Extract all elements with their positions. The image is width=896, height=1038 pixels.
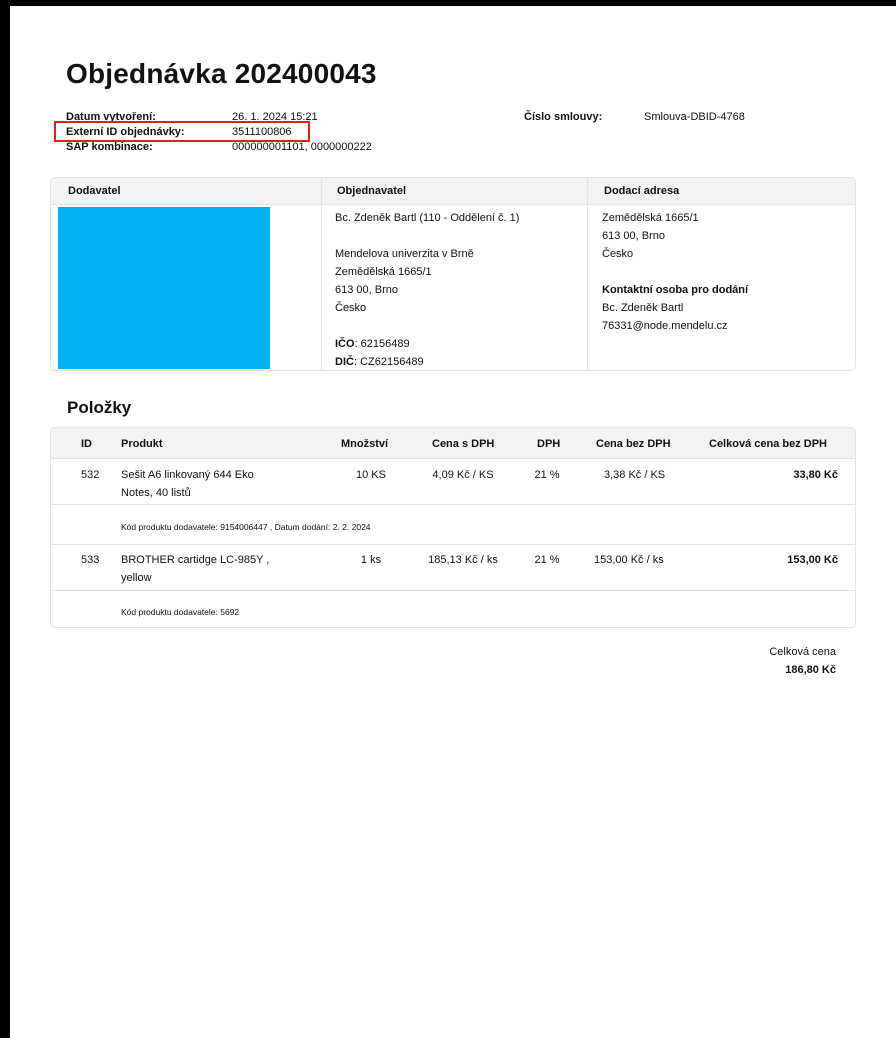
ico-line: IČO: 62156489	[335, 335, 519, 353]
col-total-header: Celková cena bez DPH	[709, 438, 827, 450]
contract-label: Číslo smlouvy:	[524, 111, 603, 123]
row-price-novat: 153,00 Kč / ks	[594, 554, 664, 566]
row-id: 532	[81, 469, 100, 481]
redacted-supplier	[58, 207, 270, 369]
row-divider	[51, 590, 855, 591]
delivery-address: Zemědělská 1665/1 613 00, Brno Česko Kon…	[602, 209, 748, 335]
orderer-line: Zemědělská 1665/1	[335, 266, 432, 278]
dic-line: DIČ: CZ62156489	[335, 353, 519, 370]
contract-meta: Číslo smlouvy: Smlouva-DBID-4768	[524, 110, 784, 126]
order-document: Objednávka 202400043 Datum vytvoření: 26…	[10, 6, 896, 1038]
delivery-line: Zemědělská 1665/1	[602, 212, 699, 224]
col-id-header: ID	[81, 438, 92, 450]
contract-value: Smlouva-DBID-4768	[644, 111, 745, 123]
delivery-line: 613 00, Brno	[602, 230, 665, 242]
total-label: Celková cena	[769, 646, 836, 658]
ico-label: IČO	[335, 338, 355, 350]
row-note: Kód produktu dodavatele: 9154006447 , Da…	[121, 522, 371, 532]
contact-name: Bc. Zdeněk Bartl	[602, 302, 684, 314]
row-id: 533	[81, 554, 100, 566]
row-divider	[51, 544, 855, 545]
orderer-line	[335, 227, 519, 245]
supplier-header: Dodavatel	[68, 185, 121, 197]
row-qty: 10 KS	[356, 469, 386, 481]
row-price-novat: 3,38 Kč / KS	[604, 469, 666, 481]
orderer-line: Česko	[335, 302, 367, 314]
col-price-novat-header: Cena bez DPH	[596, 438, 671, 450]
orderer-address: Bc. Zdeněk Bartl (110 - Oddělení č. 1) M…	[335, 209, 520, 370]
items-table: ID Produkt Množství Cena s DPH DPH Cena …	[50, 427, 856, 628]
orderer-header: Objednavatel	[337, 185, 407, 197]
col-price-vat-header: Cena s DPH	[432, 438, 495, 450]
row-product-line: Notes, 40 listů	[121, 487, 191, 499]
sap-label: SAP kombinace:	[66, 141, 153, 153]
row-product: BROTHER cartidge LC-985Y , yellow	[121, 551, 321, 587]
row-product-line: BROTHER cartidge LC-985Y ,	[121, 554, 270, 566]
row-product-line: Sešit A6 linkovaný 644 Eko	[121, 469, 254, 481]
total-value: 186,80 Kč	[785, 664, 836, 676]
row-vat: 21 %	[534, 554, 560, 566]
delivery-line: Česko	[602, 248, 634, 260]
orderer-line: Mendelova univerzita v Brně	[335, 248, 474, 260]
row-price-vat: 4,09 Kč / KS	[432, 469, 494, 481]
row-product-line: yellow	[121, 572, 152, 584]
row-vat: 21 %	[534, 469, 560, 481]
contact-label: Kontaktní osoba pro dodání	[602, 284, 749, 296]
row-divider	[51, 504, 855, 505]
row-qty: 1 ks	[360, 554, 382, 566]
col-product-header: Produkt	[121, 438, 163, 450]
row-price-vat: 185,13 Kč / ks	[428, 554, 498, 566]
row-note: Kód produktu dodavatele: 5692	[121, 607, 240, 617]
highlight-box	[54, 121, 310, 142]
delivery-header: Dodací adresa	[604, 185, 680, 197]
parties-card: Dodavatel Objednavatel Dodací adresa Bc.…	[50, 177, 856, 371]
orderer-line: Bc. Zdeněk Bartl (110 - Oddělení č. 1)	[335, 212, 520, 224]
parties-header: Dodavatel Objednavatel Dodací adresa	[51, 178, 855, 205]
contact-email: 76331@node.mendelu.cz	[602, 320, 728, 332]
column-divider	[587, 178, 588, 370]
row-total: 153,00 Kč	[787, 554, 838, 566]
col-vat-header: DPH	[537, 438, 561, 450]
dic-value: : CZ62156489	[353, 356, 424, 368]
row-total: 33,80 Kč	[793, 469, 838, 481]
dic-label: DIČ	[335, 356, 354, 368]
row-product: Sešit A6 linkovaný 644 Eko Notes, 40 lis…	[121, 466, 321, 502]
items-section-title: Položky	[67, 398, 132, 417]
ico-value: : 62156489	[354, 338, 410, 350]
page-title: Objednávka 202400043	[66, 58, 377, 89]
sap-value: 000000001101, 0000000222	[232, 141, 372, 153]
column-divider	[321, 178, 322, 370]
orderer-line: 613 00, Brno	[335, 284, 398, 296]
col-qty-header: Množství	[341, 438, 389, 450]
